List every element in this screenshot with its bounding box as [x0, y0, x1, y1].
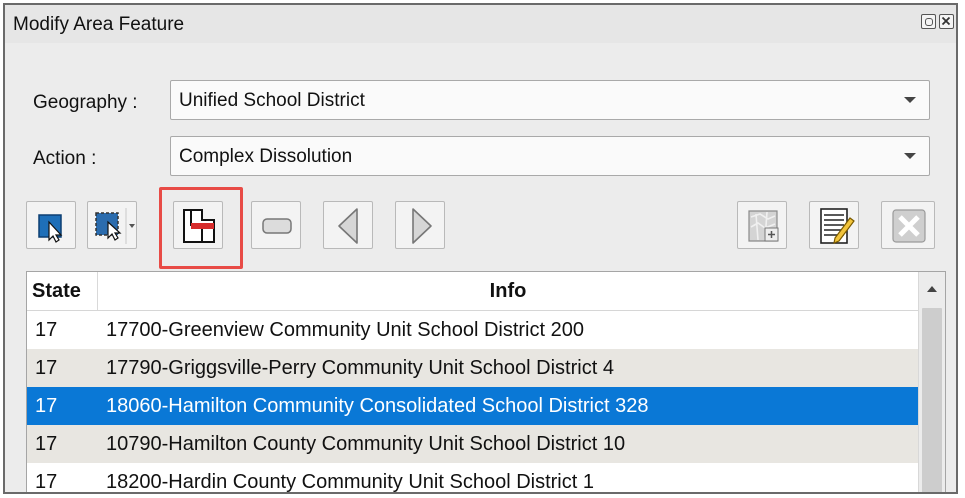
features-table: State Info 17 17700-Greenview Community … [26, 271, 946, 493]
table-row-selected[interactable]: 17 18060-Hamilton Community Consolidated… [27, 387, 918, 425]
table-header: State Info [27, 272, 918, 311]
cell-state: 17 [35, 319, 58, 341]
cell-state: 17 [35, 433, 58, 455]
scrollbar-thumb[interactable] [922, 308, 942, 492]
float-icon[interactable] [921, 14, 936, 29]
panel-titlebar: Modify Area Feature [5, 5, 956, 43]
action-value: Complex Dissolution [179, 146, 353, 167]
cancel-icon [892, 209, 926, 243]
previous-icon [338, 208, 358, 244]
close-icon[interactable] [939, 14, 954, 29]
vertical-scrollbar[interactable] [918, 272, 945, 492]
next-button[interactable] [395, 201, 445, 249]
select-area-icon [95, 208, 135, 244]
edit-list-button[interactable] [809, 201, 859, 249]
cell-info: 17700-Greenview Community Unit School Di… [106, 319, 584, 341]
cell-info: 10790-Hamilton County Community Unit Sch… [106, 433, 626, 455]
modify-area-feature-panel: Modify Area Feature Geography : Unified … [3, 3, 958, 494]
blank-icon [262, 218, 292, 234]
action-dropdown[interactable]: Complex Dissolution [170, 136, 930, 176]
cell-state: 17 [35, 471, 58, 493]
next-icon [412, 208, 432, 244]
chevron-down-icon [904, 153, 916, 159]
highlight-box [159, 187, 243, 269]
geography-dropdown[interactable]: Unified School District [170, 80, 930, 120]
cell-info: 18060-Hamilton Community Consolidated Sc… [106, 395, 649, 417]
table-row[interactable]: 17 17790-Griggsville-Perry Community Uni… [27, 349, 918, 387]
select-feature-button[interactable] [26, 201, 76, 249]
previous-button[interactable] [323, 201, 373, 249]
cell-state: 17 [35, 395, 58, 417]
geography-value: Unified School District [179, 90, 365, 111]
cell-info: 18200-Hardin County Community Unit Schoo… [106, 471, 594, 493]
blank-button[interactable] [251, 201, 301, 249]
select-area-button[interactable] [87, 201, 137, 249]
table-row[interactable]: 17 18200-Hardin County Community Unit Sc… [27, 463, 918, 493]
edit-list-icon [820, 208, 855, 244]
map-icon [748, 210, 779, 242]
cell-info: 17790-Griggsville-Perry Community Unit S… [106, 357, 614, 379]
cell-state: 17 [35, 357, 58, 379]
chevron-down-icon [904, 97, 916, 103]
map-button[interactable] [737, 201, 787, 249]
cancel-button[interactable] [881, 201, 935, 249]
column-header-info[interactable]: Info [98, 272, 918, 310]
column-header-state[interactable]: State [32, 272, 81, 310]
panel-title: Modify Area Feature [13, 14, 185, 35]
action-label: Action : [33, 148, 97, 169]
geography-label: Geography : [33, 92, 138, 113]
table-row[interactable]: 17 17700-Greenview Community Unit School… [27, 311, 918, 349]
table-row[interactable]: 17 10790-Hamilton County Community Unit … [27, 425, 918, 463]
select-feature-icon [38, 214, 63, 243]
scroll-up-icon[interactable] [927, 286, 937, 292]
